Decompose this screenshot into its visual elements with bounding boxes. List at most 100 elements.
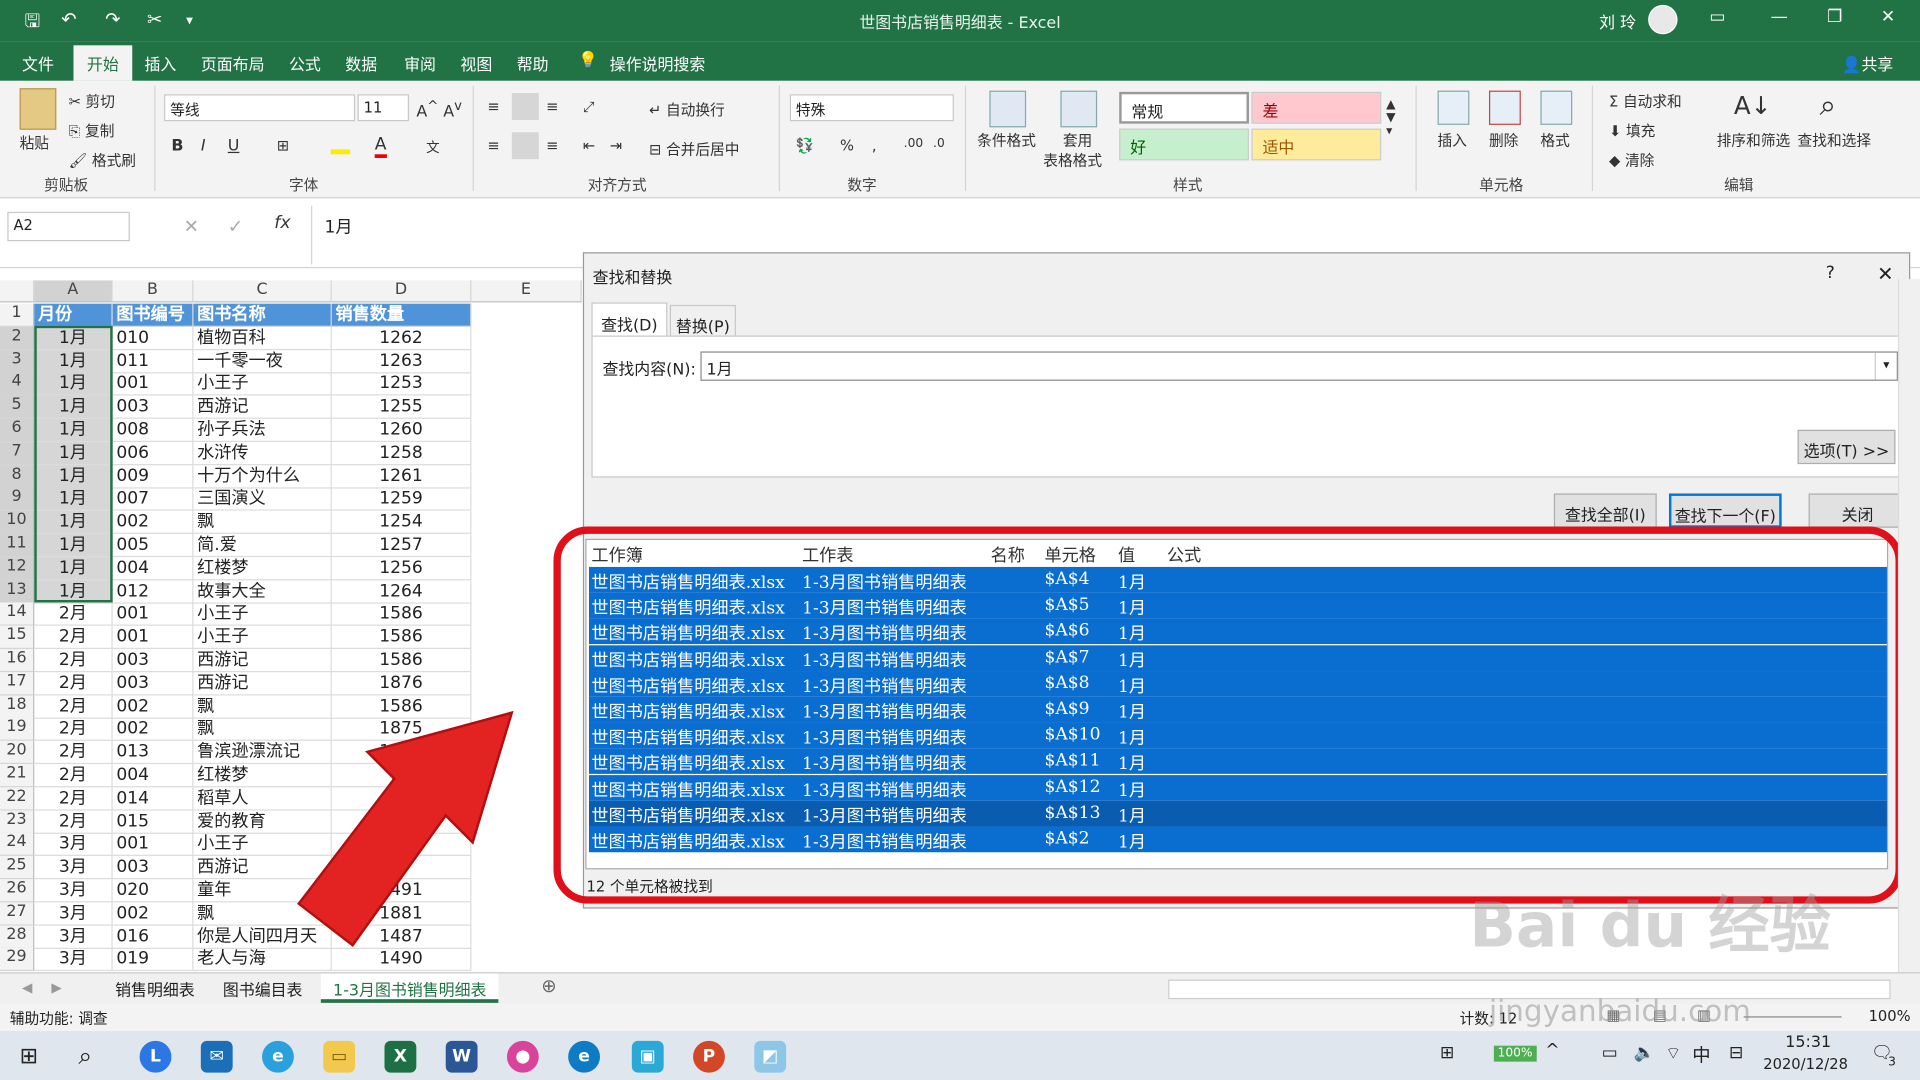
table-cell[interactable]: 001 (112, 832, 194, 856)
table-cell[interactable]: 1262 (331, 326, 472, 351)
decrease-indent-icon[interactable]: ⇤ (583, 137, 595, 154)
ribbon-display-icon[interactable]: ▭ (1709, 7, 1725, 27)
row-header[interactable]: 7 (0, 442, 35, 466)
cancel-icon[interactable]: ✕ (184, 216, 199, 238)
close-button[interactable]: 关闭 (1808, 493, 1907, 528)
align-right-icon[interactable]: ≡ (546, 137, 558, 154)
tab-formulas[interactable]: 公式 (289, 51, 321, 74)
comma-icon[interactable]: , (872, 137, 877, 154)
excel-icon[interactable]: X (384, 1040, 417, 1073)
row-header[interactable]: 23 (0, 810, 35, 834)
table-cell[interactable]: 西游记 (193, 648, 332, 673)
table-cell[interactable]: 016 (112, 925, 194, 949)
align-center-icon[interactable] (511, 132, 539, 160)
accessibility-status[interactable]: 辅助功能: 调查 (10, 1008, 108, 1029)
table-cell[interactable]: 014 (112, 787, 194, 811)
tab-find[interactable]: 查找(D) (591, 302, 668, 337)
table-cell[interactable]: 1259 (331, 487, 472, 511)
table-cell[interactable]: 故事大全 (193, 580, 332, 604)
dialog-close-icon[interactable]: ✕ (1877, 262, 1893, 285)
magnifier-icon[interactable]: ⌕ (1820, 88, 1836, 122)
table-cell[interactable]: 小王子 (193, 602, 332, 626)
row-header[interactable]: 12 (0, 557, 35, 581)
row-header[interactable]: 13 (0, 580, 35, 604)
row-header[interactable]: 22 (0, 787, 35, 811)
mail-icon[interactable]: ✉ (200, 1040, 233, 1073)
zoom-slider[interactable] (1743, 1016, 1842, 1018)
table-cell[interactable]: 1258 (331, 442, 472, 466)
column-header-d[interactable]: D (331, 280, 472, 303)
table-cell[interactable]: 1254 (331, 510, 472, 534)
row-header[interactable]: 25 (0, 855, 35, 880)
header-cell[interactable]: 销售数量 (331, 303, 472, 327)
restore-icon[interactable]: ❐ (1827, 7, 1842, 27)
avatar[interactable] (1648, 4, 1678, 35)
row-header[interactable]: 17 (0, 672, 35, 696)
table-cell[interactable]: 1586 (331, 625, 472, 649)
close-window-icon[interactable]: ✕ (1881, 7, 1895, 27)
row-header[interactable]: 15 (0, 625, 35, 649)
row-header[interactable]: 5 (0, 395, 35, 419)
table-cell[interactable]: 2月 (34, 672, 113, 696)
shrink-font-icon[interactable]: Av (443, 98, 462, 122)
tab-review[interactable]: 审阅 (404, 51, 436, 74)
table-cell[interactable]: 003 (112, 855, 194, 880)
table-cell[interactable]: 2月 (34, 787, 113, 811)
find-history-dropdown-icon[interactable]: ▾ (1874, 352, 1897, 380)
insert-function-icon[interactable]: fx (274, 213, 290, 233)
fill-color-icon[interactable] (330, 135, 351, 155)
table-cell[interactable]: 1256 (331, 557, 472, 581)
align-bottom-icon[interactable]: ≡ (546, 98, 558, 115)
delete-cells-icon[interactable] (1488, 90, 1521, 125)
sheet-tab-q1[interactable]: 1-3月图书销售明细表 (320, 973, 499, 1003)
bold-button[interactable]: B (171, 137, 183, 155)
table-cell[interactable]: 三国演义 (193, 487, 332, 511)
column-header-c[interactable]: C (193, 280, 332, 303)
table-cell[interactable]: 005 (112, 533, 194, 558)
table-cell[interactable]: 小王子 (193, 372, 332, 396)
table-cell[interactable]: 003 (112, 672, 194, 696)
table-cell[interactable]: 003 (112, 648, 194, 673)
add-sheet-icon[interactable]: ⊕ (541, 975, 556, 997)
sheet-tab-catalog[interactable]: 图书编目表 (223, 977, 303, 1000)
italic-button[interactable]: I (201, 137, 206, 155)
edge-icon[interactable]: e (568, 1040, 601, 1073)
table-cell[interactable]: 十万个为什么 (193, 465, 332, 489)
table-cell[interactable]: 3月 (34, 947, 113, 972)
autosum-button[interactable]: Σ 自动求和 (1609, 91, 1682, 112)
clock-time[interactable]: 15:31 (1785, 1033, 1831, 1051)
powerpoint-icon[interactable]: P (693, 1040, 725, 1073)
row-header[interactable]: 29 (0, 947, 35, 972)
table-cell[interactable]: 水浒传 (193, 442, 332, 466)
app-light-icon[interactable]: ◩ (754, 1040, 787, 1073)
table-cell[interactable]: 2月 (34, 810, 113, 834)
clear-button[interactable]: ◆ 清除 (1609, 149, 1654, 170)
table-cell[interactable]: 1876 (331, 672, 472, 696)
table-cell[interactable]: 红楼梦 (193, 557, 332, 581)
row-header[interactable]: 1 (0, 303, 35, 327)
row-header[interactable]: 6 (0, 418, 35, 443)
table-cell[interactable]: 2月 (34, 764, 113, 788)
delete-cells-button[interactable]: 删除 (1489, 130, 1518, 151)
chevron-up-icon[interactable]: ^ (1545, 1041, 1559, 1061)
sort-filter-button[interactable]: 排序和筛选 (1717, 130, 1790, 151)
table-cell[interactable]: 1257 (331, 533, 472, 558)
table-cell[interactable]: 2月 (34, 625, 113, 649)
row-header[interactable]: 3 (0, 350, 35, 374)
style-normal[interactable]: 常规 (1119, 91, 1249, 124)
header-cell[interactable]: 图书编号 (112, 303, 194, 327)
percent-icon[interactable]: % (840, 137, 854, 154)
table-cell[interactable]: 2月 (34, 648, 113, 673)
volume-icon[interactable]: 🔈 (1633, 1043, 1654, 1063)
table-cell[interactable]: 020 (112, 879, 194, 903)
find-what-input[interactable]: 1月 ▾ (700, 351, 1898, 381)
table-cell[interactable]: 003 (112, 395, 194, 419)
taskbar-app-l-icon[interactable]: L (139, 1040, 172, 1073)
table-cell[interactable]: 简.爱 (193, 533, 332, 558)
tab-file[interactable]: 文件 (22, 51, 54, 74)
table-cell[interactable]: 004 (112, 764, 194, 788)
table-format-line2[interactable]: 表格格式 (1043, 149, 1102, 170)
tab-data[interactable]: 数据 (345, 51, 377, 74)
table-cell[interactable]: 1253 (331, 372, 472, 396)
table-cell[interactable]: 019 (112, 947, 194, 972)
